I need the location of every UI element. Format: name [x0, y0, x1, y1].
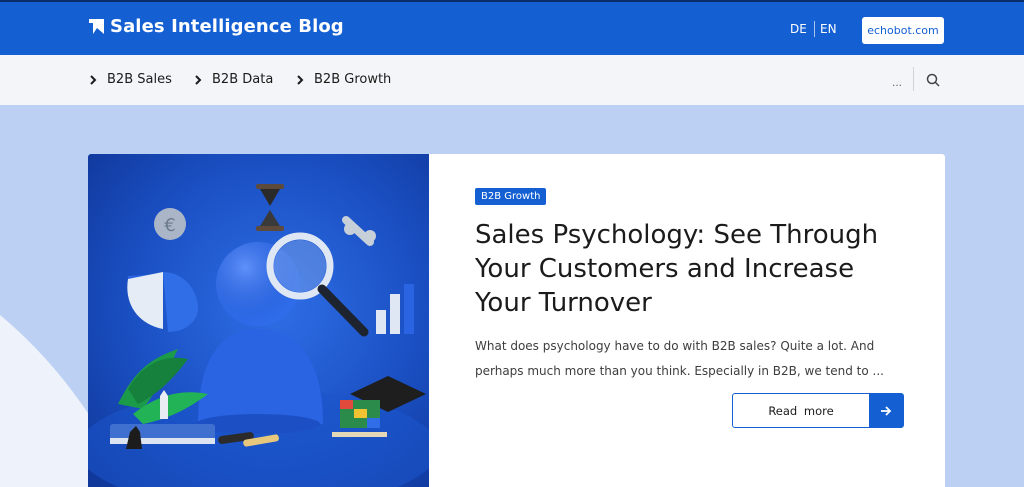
nav-item-label: B2B Growth: [314, 72, 392, 87]
bookmark-logo-icon: [89, 19, 104, 34]
nav-item-b2b-sales[interactable]: B2B Sales: [90, 72, 172, 87]
post-excerpt: What does psychology have to do with B2B…: [475, 339, 884, 378]
chevron-right-icon: [195, 74, 202, 85]
nav-item-label: B2B Data: [212, 72, 274, 87]
nav-item-b2b-data[interactable]: B2B Data: [195, 72, 273, 87]
category-tag[interactable]: B2B Growth: [475, 188, 547, 205]
brand-title: Sales Intelligence Blog: [110, 16, 344, 37]
nav-item-label: B2B Sales: [107, 72, 172, 87]
search-icon[interactable]: [926, 73, 940, 87]
brand-logo[interactable]: Sales Intelligence Blog: [88, 16, 344, 37]
language-separator: [814, 21, 815, 37]
sales-psychology-illustration: €: [88, 184, 429, 487]
nav-separator: [913, 67, 914, 91]
category-nav: B2B Sales B2B Data B2B Growth ...: [0, 55, 1024, 105]
language-en-link[interactable]: EN: [820, 22, 837, 36]
nav-item-b2b-growth[interactable]: B2B Growth: [297, 72, 391, 87]
chevron-right-icon: [297, 74, 304, 85]
featured-post-card: € B2B Growth Sales Psychology: See Throu…: [88, 154, 945, 487]
chevron-right-icon: [90, 74, 97, 85]
post-hero-image[interactable]: €: [88, 154, 429, 487]
arrow-right-icon: [869, 394, 903, 427]
language-de-link[interactable]: DE: [790, 22, 807, 36]
read-more-label: Read more: [768, 403, 834, 418]
read-more-button[interactable]: Read more: [732, 393, 904, 428]
echobot-site-button[interactable]: echobot.com: [862, 17, 944, 44]
top-header: Sales Intelligence Blog DE EN echobot.co…: [0, 0, 1024, 55]
svg-text:€: €: [164, 215, 175, 236]
nav-more-button[interactable]: ...: [892, 75, 902, 89]
post-title[interactable]: Sales Psychology: See Through Your Custo…: [475, 218, 915, 320]
